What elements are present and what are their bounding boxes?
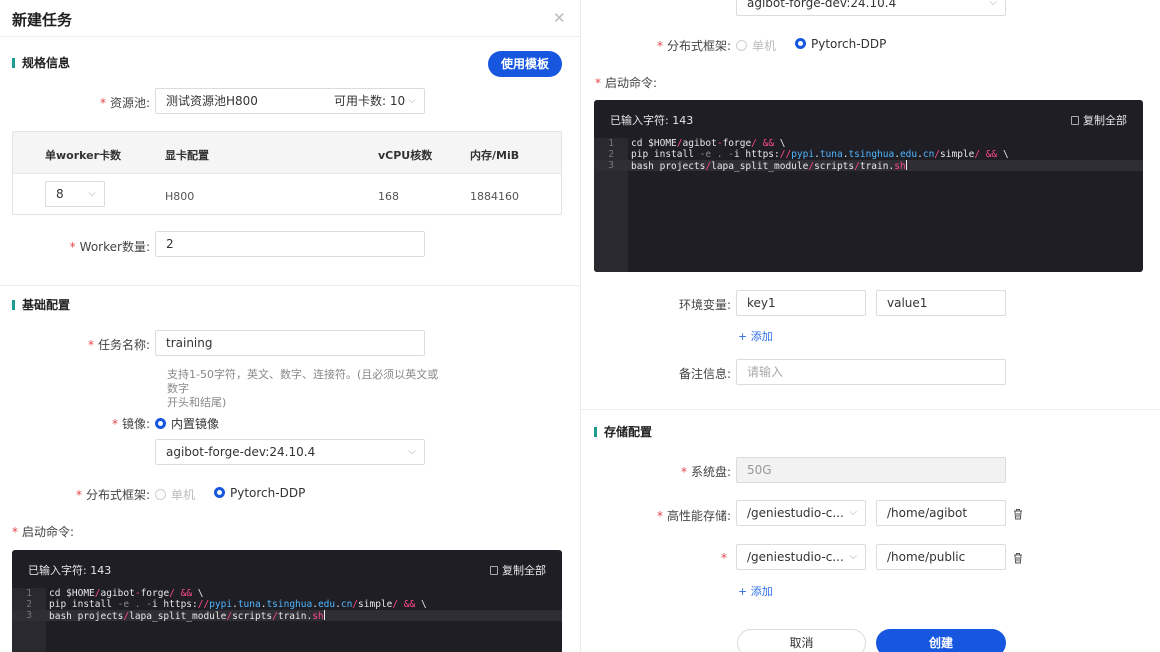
copy-all-button[interactable]: 复制全部 [490, 562, 546, 578]
image-select[interactable]: agibot-forge-dev:24.10.4 ⌵ [155, 439, 425, 465]
spec-table-header: 单worker卡数 显卡配置 vCPU核数 内存/MiB [13, 132, 561, 174]
code-line: 2 pip install -e . -i https://pypi.tuna.… [608, 149, 1009, 160]
storage-source-value: /geniestudio-c... [747, 506, 844, 520]
code-line: 3 bash projects/lapa_split_module/script… [12, 610, 562, 622]
chevron-down-icon: ⌵ [408, 446, 416, 457]
section-title-storage: 存储配置 [594, 425, 652, 439]
pool-label: * 资源池: [99, 96, 150, 110]
framework-label-right: * 分布式框架: [656, 39, 731, 53]
sys-disk-label: * 系统盘: [680, 465, 731, 479]
hp-storage-label: * 高性能存储: [656, 509, 731, 523]
command-label-right: * 启动命令: [595, 76, 658, 90]
storage-path-input-2[interactable]: /home/public [876, 544, 1006, 570]
framework-ddp-radio-right[interactable]: Pytorch-DDP [795, 37, 886, 51]
image-value: agibot-forge-dev:24.10.4 [166, 445, 316, 459]
pool-available: 可用卡数: 10 [334, 94, 406, 108]
chevron-down-icon: ⌵ [989, 0, 997, 8]
code-body[interactable]: 1 cd $HOME/agibot-forge/ && \ 2 pip inst… [12, 588, 562, 652]
td-memory: 1884160 [470, 190, 519, 203]
add-env-button[interactable]: + 添加 [738, 328, 773, 344]
note-input[interactable]: 请输入 [736, 359, 1006, 385]
chevron-down-icon: ⌵ [849, 551, 857, 562]
radio-empty-icon [155, 489, 166, 500]
cards-per-worker-select[interactable]: 8 ⌵ [45, 181, 105, 207]
storage-source-select-2[interactable]: /geniestudio-c... ⌵ [736, 544, 866, 570]
env-label: 环境变量: [678, 298, 731, 312]
storage-path-input-1[interactable]: /home/agibot [876, 500, 1006, 526]
add-storage-button[interactable]: + 添加 [738, 583, 773, 599]
chevron-down-icon: ⌵ [88, 188, 96, 199]
create-button[interactable]: 创建 [876, 629, 1006, 652]
resource-pool-select[interactable]: 测试资源池H800 可用卡数: 10 ⌵ [155, 88, 425, 114]
image-type-builtin-radio[interactable]: 内置镜像 [155, 415, 219, 432]
code-line: 1 cd $HOME/agibot-forge/ && \ [26, 588, 204, 599]
cards-value: 8 [56, 187, 64, 201]
env-value-input[interactable]: value1 [876, 290, 1006, 316]
framework-ddp-radio[interactable]: Pytorch-DDP [214, 486, 305, 500]
radio-checked-icon [795, 38, 806, 49]
radio-empty-icon [736, 40, 747, 51]
copy-icon [490, 566, 498, 575]
section-title-basic: 基础配置 [12, 298, 70, 312]
note-placeholder: 请输入 [747, 365, 784, 379]
task-name-input[interactable]: training [155, 330, 425, 356]
radio-checked-icon [155, 418, 166, 429]
use-template-button[interactable]: 使用模板 [488, 51, 562, 77]
section-title-spec: 规格信息 [12, 56, 70, 70]
image-select-top[interactable]: agibot-forge-dev:24.10.4 ⌵ [736, 0, 1006, 16]
storage-row2-required: * [721, 551, 727, 565]
td-vcpu: 168 [378, 190, 399, 203]
cancel-button[interactable]: 取消 [737, 629, 866, 652]
th-cards: 单worker卡数 [45, 149, 122, 162]
th-gpu: 显卡配置 [165, 149, 209, 162]
storage-source-value: /geniestudio-c... [747, 550, 844, 564]
note-label: 备注信息: [678, 367, 731, 381]
close-icon[interactable]: ✕ [553, 10, 566, 26]
dialog-title: 新建任务 [12, 11, 73, 29]
task-name-label: * 任务名称: [87, 338, 150, 352]
pool-value: 测试资源池H800 [166, 94, 258, 108]
right-pane: agibot-forge-dev:24.10.4 ⌵ * 分布式框架: 单机 Py… [580, 0, 1160, 652]
code-line: 2 pip install -e . -i https://pypi.tuna.… [26, 599, 427, 610]
command-editor[interactable]: 已输入字符: 143 复制全部 1 cd $HOME/agibot-forge/… [12, 550, 562, 652]
env-key-input[interactable]: key1 [736, 290, 866, 316]
spec-table: 单worker卡数 显卡配置 vCPU核数 内存/MiB 8 ⌵ H800 16… [12, 131, 562, 215]
chevron-down-icon: ⌵ [849, 507, 857, 518]
code-line: 1 cd $HOME/agibot-forge/ && \ [608, 138, 786, 149]
td-gpu: H800 [165, 190, 195, 203]
title-divider [0, 36, 580, 37]
copy-icon [1071, 116, 1079, 125]
framework-single-radio[interactable]: 单机 [155, 486, 195, 503]
storage-source-select-1[interactable]: /geniestudio-c... ⌵ [736, 500, 866, 526]
command-label: * 启动命令: [12, 525, 75, 539]
copy-all-button[interactable]: 复制全部 [1071, 112, 1127, 128]
framework-label: * 分布式框架: [75, 488, 150, 502]
code-body[interactable]: 1 cd $HOME/agibot-forge/ && \ 2 pip inst… [594, 138, 1143, 272]
image-label: * 镜像: [111, 417, 150, 431]
trash-icon[interactable] [1013, 508, 1023, 520]
left-pane: 新建任务 ✕ 规格信息 使用模板 * 资源池: 测试资源池H800 可用卡数: 1… [0, 0, 580, 652]
image-value-top: agibot-forge-dev:24.10.4 [747, 0, 897, 10]
command-editor-right[interactable]: 已输入字符: 143 复制全部 1 cd $HOME/agibot-forge/… [594, 100, 1143, 272]
th-vcpu: vCPU核数 [378, 149, 433, 162]
code-line: 3 bash projects/lapa_split_module/script… [594, 160, 1143, 172]
radio-checked-icon [214, 487, 225, 498]
framework-single-radio-right[interactable]: 单机 [736, 37, 776, 54]
section-divider [0, 285, 580, 286]
sys-disk-input[interactable]: 50G [736, 457, 1006, 483]
trash-icon[interactable] [1013, 552, 1023, 564]
text-cursor [905, 160, 907, 170]
chevron-down-icon: ⌵ [408, 95, 416, 106]
task-name-hint: 支持1-50字符，英文、数字、连接符。(且必须以英文或数字 开头和结尾) [167, 368, 439, 409]
char-count: 已输入字符: 143 [610, 114, 694, 127]
section-divider [581, 409, 1160, 410]
worker-count-label: * Worker数量: [69, 240, 150, 254]
worker-count-input[interactable]: 2 [155, 231, 425, 257]
th-memory: 内存/MiB [470, 149, 520, 162]
char-count: 已输入字符: 143 [28, 564, 112, 577]
text-cursor [323, 610, 325, 620]
